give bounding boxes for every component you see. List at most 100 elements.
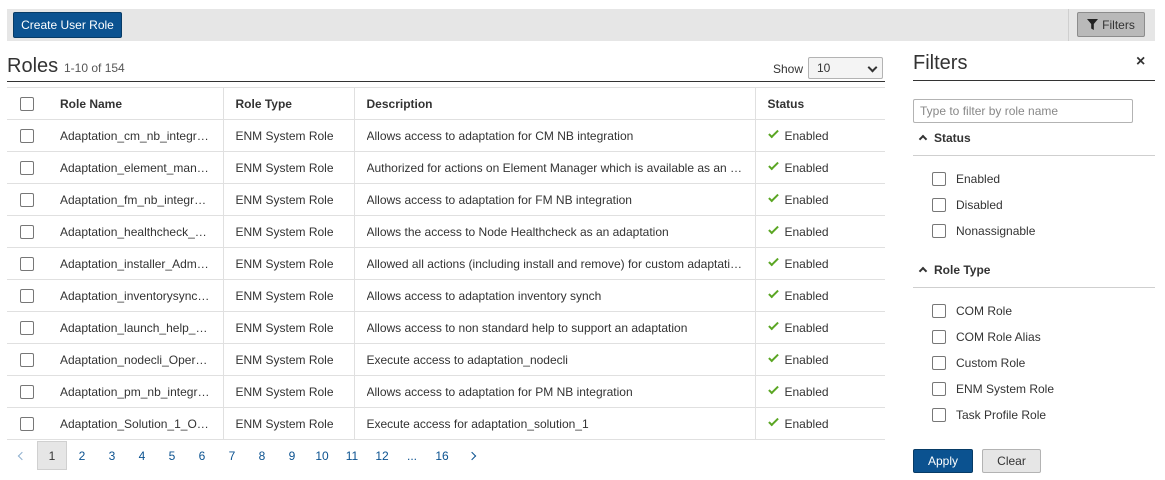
page-link[interactable]: 16: [427, 441, 457, 470]
row-checkbox[interactable]: [20, 288, 34, 303]
create-user-role-button[interactable]: Create User Role: [13, 12, 122, 38]
table-row[interactable]: Adaptation_healthcheck_… ENM System Role A…: [7, 215, 885, 248]
page-link[interactable]: 9: [277, 441, 307, 470]
role-name[interactable]: Adaptation_element_man…: [60, 161, 210, 175]
page-link[interactable]: 5: [157, 441, 187, 470]
role-name[interactable]: Adaptation_launch_help_…: [60, 321, 210, 335]
filter-checkbox[interactable]: [932, 304, 946, 318]
table-row[interactable]: Adaptation_element_man… ENM System Role Au…: [7, 151, 885, 184]
role-type-filter-option[interactable]: Task Profile Role: [932, 407, 1046, 423]
row-checkbox[interactable]: [20, 416, 34, 431]
role-name[interactable]: Adaptation_Solution_1_O…: [60, 417, 210, 431]
page-link[interactable]: 12: [367, 441, 397, 470]
role-type-section-toggle[interactable]: Role Type: [913, 261, 1155, 281]
page-link[interactable]: 11: [337, 441, 367, 470]
row-checkbox[interactable]: [20, 384, 34, 399]
role-name-cell[interactable]: Adaptation_nodecli_Oper…: [47, 343, 224, 376]
role-type-filter-option[interactable]: COM Role Alias: [932, 329, 1041, 345]
apply-filters-button[interactable]: Apply: [913, 449, 973, 473]
role-name-cell[interactable]: Adaptation_Solution_1_O…: [47, 407, 224, 440]
description-cell: Authorized for actions on Element Manage…: [354, 151, 756, 184]
row-select-cell: [7, 407, 47, 440]
page-link[interactable]: 10: [307, 441, 337, 470]
role-name-cell[interactable]: Adaptation_inventorysync…: [47, 279, 224, 312]
status-filter-option[interactable]: Disabled: [932, 197, 1003, 213]
filter-checkbox[interactable]: [932, 356, 946, 370]
page-link[interactable]: 7: [217, 441, 247, 470]
role-type-filter-option[interactable]: COM Role: [932, 303, 1012, 319]
table-row[interactable]: Adaptation_cm_nb_integr… ENM System Role A…: [7, 119, 885, 152]
role-name[interactable]: Adaptation_installer_Adm…: [60, 257, 210, 271]
role-name-cell[interactable]: Adaptation_installer_Adm…: [47, 247, 224, 280]
role-name[interactable]: Adaptation_nodecli_Oper…: [60, 353, 210, 367]
page-link[interactable]: 2: [67, 441, 97, 470]
description-cell: Allowed all actions (including install a…: [354, 247, 756, 280]
status-cell: Enabled: [755, 311, 885, 344]
status-text: Enabled: [784, 353, 829, 367]
status-cell: Enabled: [755, 247, 885, 280]
column-header-status[interactable]: Status: [755, 87, 885, 120]
select-all-checkbox[interactable]: [20, 96, 34, 111]
table-row[interactable]: Adaptation_inventorysync… ENM System Role…: [7, 279, 885, 312]
roles-table: Role Name Role Type Description Status A…: [7, 87, 885, 440]
filter-checkbox[interactable]: [932, 198, 946, 212]
row-checkbox[interactable]: [20, 192, 34, 207]
previous-page-button[interactable]: [7, 441, 37, 470]
status-section-toggle[interactable]: Status: [913, 129, 1155, 149]
page-size-select[interactable]: 10: [808, 57, 883, 79]
role-name[interactable]: Adaptation_healthcheck_…: [60, 225, 210, 239]
filter-option-label: Disabled: [956, 198, 1003, 212]
role-name[interactable]: Adaptation_fm_nb_integr…: [60, 193, 210, 207]
column-header-description[interactable]: Description: [354, 87, 756, 120]
role-type-filter-option[interactable]: Custom Role: [932, 355, 1025, 371]
role-type-filter-option[interactable]: ENM System Role: [932, 381, 1054, 397]
chevron-left-icon: [17, 451, 27, 460]
filter-checkbox[interactable]: [932, 224, 946, 238]
page-link[interactable]: 4: [127, 441, 157, 470]
filter-option-label: Nonassignable: [956, 224, 1036, 238]
close-icon[interactable]: ×: [1136, 53, 1145, 71]
page-link[interactable]: 8: [247, 441, 277, 470]
page-link[interactable]: 3: [97, 441, 127, 470]
column-header-role-name[interactable]: Role Name: [47, 87, 224, 120]
row-select-cell: [7, 375, 47, 408]
row-checkbox[interactable]: [20, 352, 34, 367]
filters-toggle-button[interactable]: Filters: [1077, 12, 1145, 37]
role-name-cell[interactable]: Adaptation_element_man…: [47, 151, 224, 184]
filter-checkbox[interactable]: [932, 330, 946, 344]
row-checkbox[interactable]: [20, 160, 34, 175]
table-row[interactable]: Adaptation_Solution_1_O… ENM System Role E…: [7, 407, 885, 440]
page-link[interactable]: 6: [187, 441, 217, 470]
row-checkbox[interactable]: [20, 128, 34, 143]
toolbar-divider: [1068, 9, 1069, 41]
table-row[interactable]: Adaptation_pm_nb_integr… ENM System Role A…: [7, 375, 885, 408]
role-name-cell[interactable]: Adaptation_pm_nb_integr…: [47, 375, 224, 408]
column-header-role-type[interactable]: Role Type: [223, 87, 355, 120]
status-filter-option[interactable]: Nonassignable: [932, 223, 1035, 239]
table-row[interactable]: Adaptation_launch_help_… ENM System Role A…: [7, 311, 885, 344]
filter-checkbox[interactable]: [932, 172, 946, 186]
status-cell: Enabled: [755, 343, 885, 376]
role-name-cell[interactable]: Adaptation_fm_nb_integr…: [47, 183, 224, 216]
row-checkbox[interactable]: [20, 224, 34, 239]
table-row[interactable]: Adaptation_fm_nb_integr… ENM System Role A…: [7, 183, 885, 216]
status-cell: Enabled: [755, 375, 885, 408]
role-type-cell: ENM System Role: [223, 311, 355, 344]
clear-filters-button[interactable]: Clear: [982, 449, 1041, 473]
filter-checkbox[interactable]: [932, 382, 946, 396]
role-name[interactable]: Adaptation_inventorysync…: [60, 289, 210, 303]
role-name-cell[interactable]: Adaptation_healthcheck_…: [47, 215, 224, 248]
role-name[interactable]: Adaptation_pm_nb_integr…: [60, 385, 210, 399]
next-page-button[interactable]: [457, 441, 487, 470]
row-checkbox[interactable]: [20, 320, 34, 335]
table-row[interactable]: Adaptation_nodecli_Oper… ENM System Role E…: [7, 343, 885, 376]
role-name-cell[interactable]: Adaptation_cm_nb_integr…: [47, 119, 224, 152]
role-name-cell[interactable]: Adaptation_launch_help_…: [47, 311, 224, 344]
table-row[interactable]: Adaptation_installer_Adm… ENM System Role…: [7, 247, 885, 280]
page-link[interactable]: 1: [37, 441, 67, 470]
role-name[interactable]: Adaptation_cm_nb_integr…: [60, 129, 210, 143]
status-filter-option[interactable]: Enabled: [932, 171, 1000, 187]
row-checkbox[interactable]: [20, 256, 34, 271]
filter-checkbox[interactable]: [932, 408, 946, 422]
role-name-filter-input[interactable]: [913, 99, 1133, 123]
